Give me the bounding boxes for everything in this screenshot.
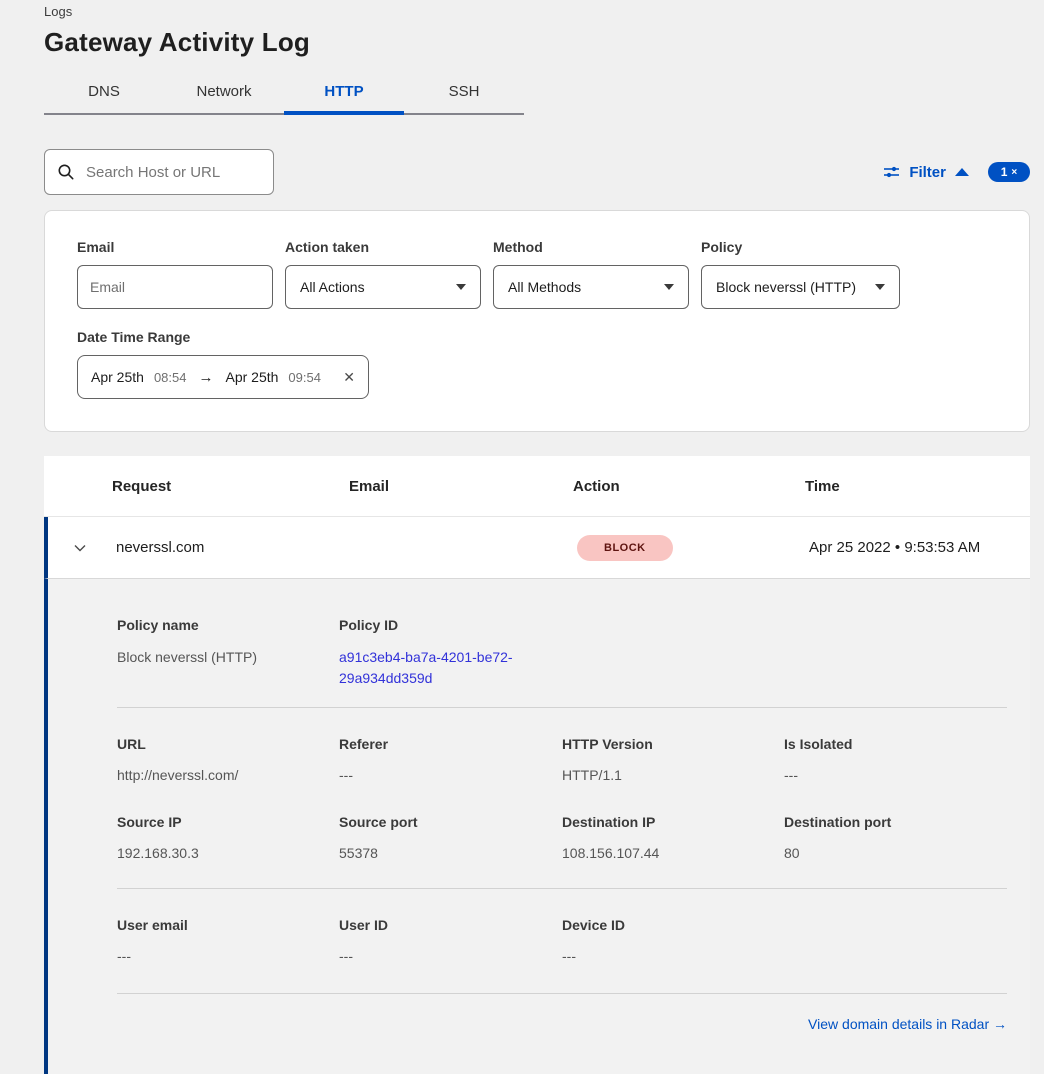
- email-filter-label: Email: [77, 239, 273, 255]
- source-ip-field: Source IP 192.168.30.3: [117, 814, 339, 864]
- action-filter-label: Action taken: [285, 239, 481, 255]
- breadcrumb: Logs: [44, 0, 1030, 19]
- table-header-row: Request Email Action Time: [44, 456, 1030, 517]
- destination-port-field: Destination port 80: [784, 814, 1007, 864]
- date-range-field: Date Time Range Apr 25th 08:54 → Apr 25t…: [77, 329, 997, 399]
- is-isolated-field: Is Isolated ---: [784, 736, 1007, 786]
- referer-field: Referer ---: [339, 736, 562, 786]
- method-value: All Methods: [508, 279, 581, 295]
- filter-toggle-button[interactable]: Filter: [909, 164, 946, 181]
- tab-http[interactable]: HTTP: [284, 72, 404, 113]
- start-time: 08:54: [154, 370, 187, 385]
- col-header-request: Request: [112, 478, 349, 495]
- filter-controls: Filter 1 ×: [883, 162, 1030, 182]
- url-value: http://neverssl.com/: [117, 765, 339, 786]
- method-filter-label: Method: [493, 239, 689, 255]
- request-section: URL http://neverssl.com/ Referer --- HTT…: [117, 708, 1007, 888]
- destination-ip-value: 108.156.107.44: [562, 843, 784, 864]
- page-title: Gateway Activity Log: [44, 27, 1030, 58]
- source-ip-value: 192.168.30.3: [117, 843, 339, 864]
- policy-select[interactable]: Block neverssl (HTTP): [701, 265, 900, 309]
- method-filter-field: Method All Methods: [493, 239, 689, 309]
- radar-link-row: View domain details in Radar →: [117, 994, 1007, 1034]
- table-row[interactable]: neverssl.com BLOCK Apr 25 2022 • 9:53:53…: [44, 517, 1030, 578]
- chevron-down-icon: [664, 284, 674, 290]
- user-email-field: User email ---: [117, 917, 339, 967]
- log-detail-panel: Policy name Block neverssl (HTTP) Policy…: [44, 578, 1030, 1074]
- search-icon: [57, 163, 75, 181]
- search-input[interactable]: [84, 163, 287, 182]
- method-select[interactable]: All Methods: [493, 265, 689, 309]
- is-isolated-value: ---: [784, 765, 1007, 786]
- status-badge: BLOCK: [577, 535, 673, 561]
- col-header-time: Time: [805, 478, 1030, 495]
- email-filter-field: Email: [77, 239, 273, 309]
- referer-value: ---: [339, 765, 562, 786]
- policy-section: Policy name Block neverssl (HTTP) Policy…: [117, 579, 1007, 707]
- user-id-field: User ID ---: [339, 917, 562, 967]
- http-version-field: HTTP Version HTTP/1.1: [562, 736, 784, 786]
- tab-dns[interactable]: DNS: [44, 72, 164, 113]
- activity-log-table: Request Email Action Time neverssl.com B…: [44, 456, 1030, 1074]
- policy-id-link[interactable]: a91c3eb4-ba7a-4201-be72-29a934dd359d: [339, 647, 534, 689]
- filter-sliders-icon[interactable]: [883, 164, 900, 180]
- collapse-caret-icon[interactable]: [955, 168, 969, 176]
- policy-filter-field: Policy Block neverssl (HTTP): [701, 239, 900, 309]
- end-time: 09:54: [288, 370, 321, 385]
- start-date: Apr 25th: [91, 369, 144, 385]
- end-date: Apr 25th: [225, 369, 278, 385]
- clear-filters-icon[interactable]: ×: [1011, 167, 1017, 178]
- http-version-value: HTTP/1.1: [562, 765, 784, 786]
- source-port-value: 55378: [339, 843, 562, 864]
- date-range-picker[interactable]: Apr 25th 08:54 → Apr 25th 09:54 ✕: [77, 355, 369, 399]
- user-section: User email --- User ID --- Device ID ---: [117, 889, 1007, 993]
- date-range-label: Date Time Range: [77, 329, 997, 345]
- chevron-down-icon: [456, 284, 466, 290]
- policy-filter-label: Policy: [701, 239, 900, 255]
- clear-date-range-icon[interactable]: ✕: [343, 369, 355, 386]
- action-taken-select[interactable]: All Actions: [285, 265, 481, 309]
- url-field: URL http://neverssl.com/: [117, 736, 339, 786]
- email-filter-input[interactable]: [77, 265, 273, 309]
- action-taken-value: All Actions: [300, 279, 365, 295]
- range-arrow-icon: →: [196, 369, 215, 386]
- col-header-action: Action: [573, 478, 805, 495]
- row-action: BLOCK: [577, 535, 809, 561]
- destination-ip-field: Destination IP 108.156.107.44: [562, 814, 784, 864]
- user-email-value: ---: [117, 946, 339, 967]
- chevron-down-icon: [875, 284, 885, 290]
- tab-ssh[interactable]: SSH: [404, 72, 524, 113]
- policy-value: Block neverssl (HTTP): [716, 279, 856, 295]
- filter-count: 1: [1001, 165, 1008, 179]
- destination-port-value: 80: [784, 843, 1007, 864]
- search-box: [44, 149, 274, 195]
- filter-panel: Email Action taken All Actions Method Al…: [44, 210, 1030, 432]
- log-type-tabs: DNS Network HTTP SSH: [44, 72, 524, 115]
- row-request: neverssl.com: [116, 539, 353, 556]
- policy-name-field: Policy name Block neverssl (HTTP): [117, 617, 339, 689]
- search-filter-row: Filter 1 ×: [44, 149, 1030, 195]
- tab-network[interactable]: Network: [164, 72, 284, 113]
- col-header-email: Email: [349, 478, 573, 495]
- policy-name-value: Block neverssl (HTTP): [117, 647, 339, 668]
- row-time: Apr 25 2022 • 9:53:53 AM: [809, 539, 1030, 556]
- device-id-field: Device ID ---: [562, 917, 784, 967]
- device-id-value: ---: [562, 946, 784, 967]
- policy-id-field: Policy ID a91c3eb4-ba7a-4201-be72-29a934…: [339, 617, 562, 689]
- user-id-value: ---: [339, 946, 562, 967]
- row-expand-chevron-icon[interactable]: [44, 542, 116, 554]
- active-filter-count-badge[interactable]: 1 ×: [988, 162, 1030, 182]
- view-in-radar-link[interactable]: View domain details in Radar →: [808, 1016, 1007, 1032]
- source-port-field: Source port 55378: [339, 814, 562, 864]
- action-filter-field: Action taken All Actions: [285, 239, 481, 309]
